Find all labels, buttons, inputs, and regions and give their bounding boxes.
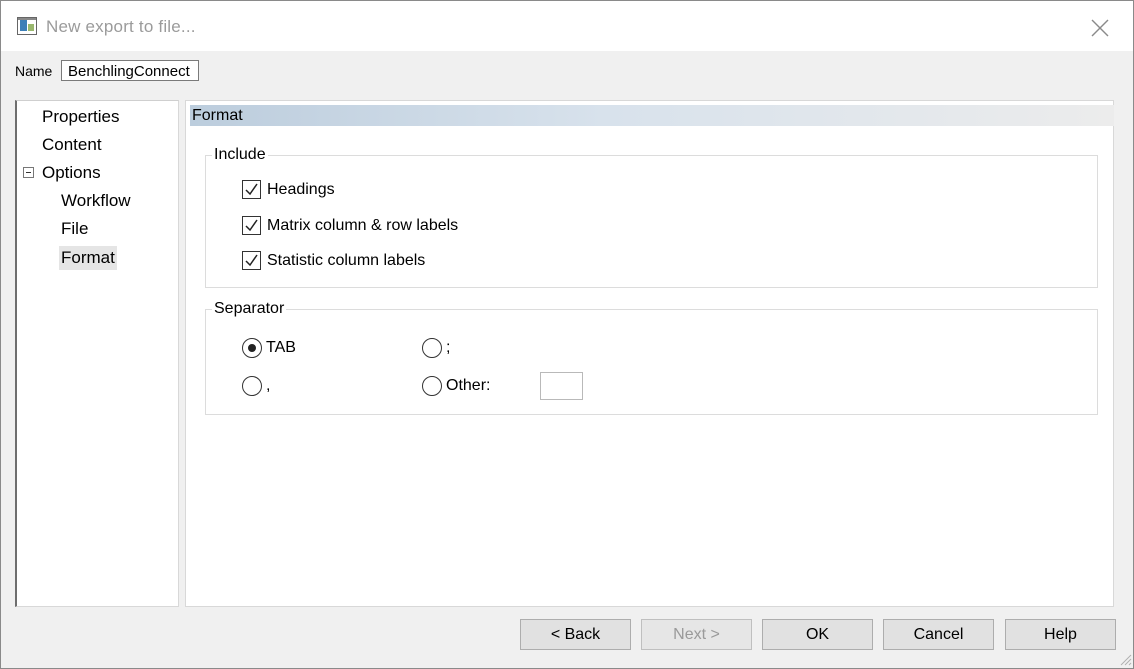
format-panel: Format Include Headings Matrix column & … bbox=[185, 100, 1114, 607]
window-title: New export to file... bbox=[46, 17, 196, 36]
cancel-button[interactable]: Cancel bbox=[883, 619, 994, 650]
headings-label: Headings bbox=[267, 181, 335, 198]
comma-radio-label: , bbox=[266, 377, 271, 394]
separator-group: Separator TAB ; , Other: bbox=[205, 300, 1098, 415]
separator-group-title: Separator bbox=[212, 300, 287, 318]
tree-item-format[interactable]: Format bbox=[59, 246, 117, 270]
app-icon bbox=[17, 17, 37, 35]
matrix-labels-checkbox[interactable] bbox=[242, 216, 261, 235]
section-header: Format bbox=[190, 105, 1114, 126]
export-dialog: New export to file... Name BenchlingConn… bbox=[0, 0, 1134, 669]
tree-item-workflow[interactable]: Workflow bbox=[59, 190, 133, 212]
name-input[interactable]: BenchlingConnect bbox=[61, 60, 199, 81]
comma-radio[interactable] bbox=[242, 376, 262, 396]
next-button[interactable]: Next > bbox=[641, 619, 752, 650]
matrix-labels-label: Matrix column & row labels bbox=[267, 217, 459, 234]
other-radio-label: Other: bbox=[446, 377, 491, 394]
options-tree: Properties Content Options Workflow File… bbox=[15, 100, 179, 607]
back-button[interactable]: < Back bbox=[520, 619, 631, 650]
tree-item-content[interactable]: Content bbox=[40, 134, 104, 156]
ok-button[interactable]: OK bbox=[762, 619, 873, 650]
include-group-title: Include bbox=[212, 146, 268, 164]
headings-checkbox[interactable] bbox=[242, 180, 261, 199]
checkmark-icon bbox=[245, 183, 258, 196]
checkmark-icon bbox=[245, 254, 258, 267]
title-bar: New export to file... bbox=[1, 1, 1133, 51]
tab-radio-label: TAB bbox=[266, 339, 296, 356]
help-button[interactable]: Help bbox=[1005, 619, 1116, 650]
checkmark-icon bbox=[245, 219, 258, 232]
close-icon[interactable] bbox=[1087, 15, 1113, 41]
tab-radio[interactable] bbox=[242, 338, 262, 358]
collapse-icon[interactable] bbox=[23, 167, 34, 178]
other-separator-input[interactable] bbox=[540, 372, 583, 400]
tree-item-properties[interactable]: Properties bbox=[40, 106, 121, 128]
statistic-labels-checkbox[interactable] bbox=[242, 251, 261, 270]
name-label: Name bbox=[15, 63, 53, 79]
tree-item-options[interactable]: Options bbox=[40, 162, 103, 184]
tree-item-file[interactable]: File bbox=[59, 218, 90, 240]
other-radio[interactable] bbox=[422, 376, 442, 396]
semicolon-radio[interactable] bbox=[422, 338, 442, 358]
semicolon-radio-label: ; bbox=[446, 339, 451, 356]
statistic-labels-label: Statistic column labels bbox=[267, 252, 426, 269]
resize-grip-icon[interactable] bbox=[1118, 651, 1132, 666]
include-group: Include Headings Matrix column & row lab… bbox=[205, 146, 1098, 288]
